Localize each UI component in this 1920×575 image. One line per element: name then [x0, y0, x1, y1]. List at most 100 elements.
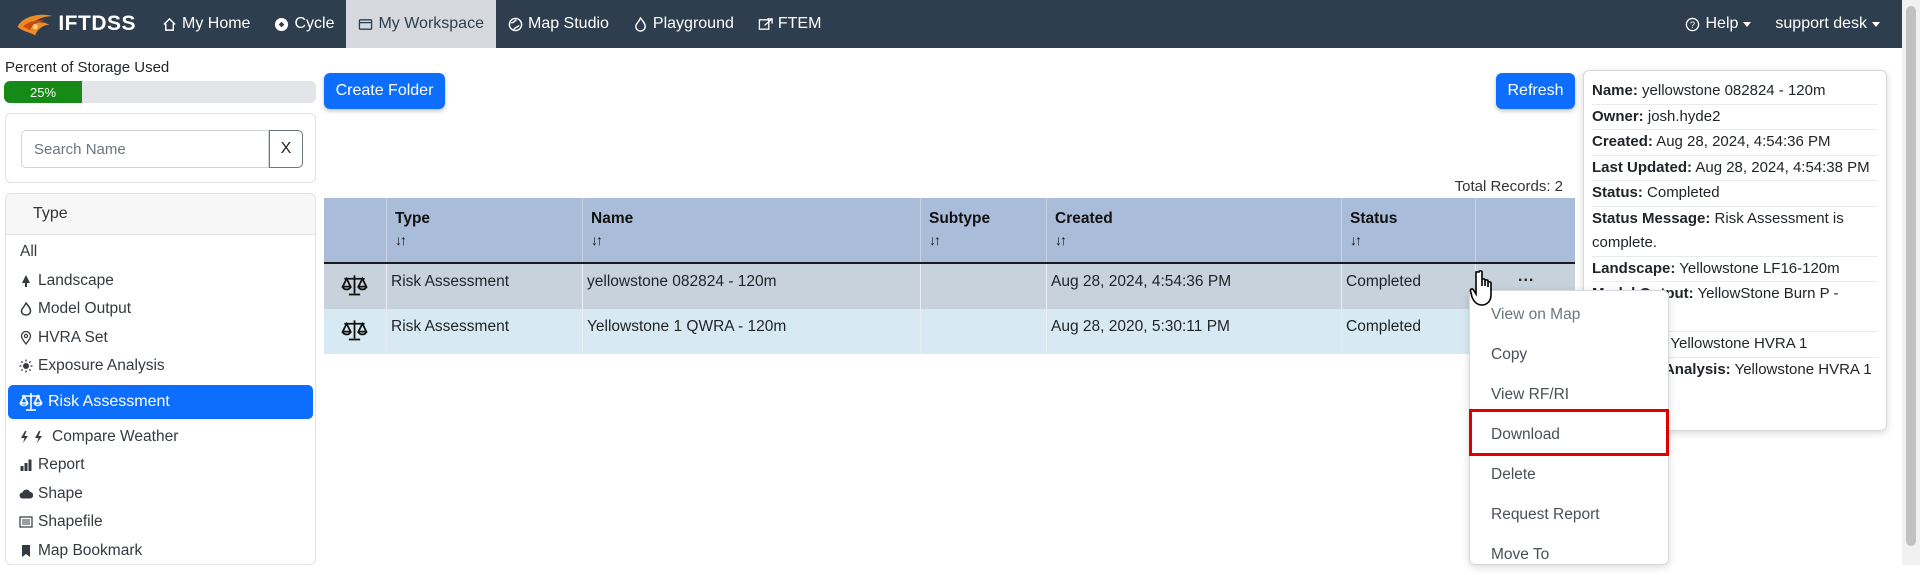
detail-status-message: Status Message: Risk Assessment is compl… — [1592, 207, 1878, 257]
cloud-icon — [19, 489, 33, 499]
nav-map-studio[interactable]: Map Studio — [496, 0, 621, 48]
nav-playground[interactable]: Playground — [621, 0, 746, 48]
nav-label: My Home — [182, 15, 251, 32]
column-header-name[interactable]: Name ↓↑ — [582, 198, 920, 262]
cell-subtype — [920, 309, 1046, 354]
table-row[interactable]: Risk Assessment Yellowstone 1 QWRA - 120… — [324, 309, 1575, 354]
row-actions-menu-button[interactable]: ... — [1518, 268, 1534, 286]
type-filter-shape[interactable]: Shape — [6, 480, 315, 509]
type-filter-report[interactable]: Report — [6, 451, 315, 480]
menu-copy[interactable]: Copy — [1470, 335, 1670, 375]
type-filter-label: HVRA Set — [38, 328, 108, 346]
question-circle-icon: ? — [1686, 17, 1700, 31]
column-label: Created — [1055, 210, 1113, 227]
type-filter-label: Model Output — [38, 300, 132, 318]
workspace-icon — [359, 18, 373, 30]
home-icon — [163, 17, 176, 31]
type-filter-risk-assessment[interactable]: Risk Assessment — [8, 384, 313, 419]
help-label: Help — [1705, 15, 1739, 32]
map-pin-icon — [20, 330, 32, 345]
sort-icon[interactable]: ↓↑ — [1055, 232, 1341, 248]
search-name-input[interactable] — [21, 130, 269, 168]
scales-icon — [341, 275, 368, 296]
nav-label: Cycle — [294, 15, 335, 32]
nav-label: My Workspace — [378, 15, 484, 32]
hand-cursor-icon — [1469, 270, 1492, 306]
type-filter-label: Shapefile — [38, 513, 103, 531]
brand[interactable]: IFTDSS — [0, 0, 150, 48]
help-menu[interactable]: ? Help — [1673, 0, 1763, 48]
sort-icon[interactable]: ↓↑ — [1350, 232, 1475, 248]
type-filter-panel: Type All Landscape Model Output HVRA Set… — [5, 193, 316, 565]
column-header-status[interactable]: Status ↓↑ — [1341, 198, 1475, 262]
clear-search-button[interactable]: X — [269, 130, 303, 168]
scales-icon — [19, 392, 43, 411]
sort-icon[interactable]: ↓↑ — [591, 232, 920, 248]
detail-landscape: Landscape: Yellowstone LF16-120m — [1592, 257, 1878, 282]
type-filter-hvra-set[interactable]: HVRA Set — [6, 324, 315, 353]
fire-icon — [20, 302, 32, 317]
page-scrollbar[interactable] — [1902, 0, 1920, 565]
lightning-icon — [21, 430, 42, 443]
type-filter-label: Shape — [38, 484, 83, 502]
menu-delete[interactable]: Delete — [1470, 455, 1670, 495]
type-filter-compare-weather[interactable]: Compare Weather — [6, 423, 315, 452]
table-row[interactable]: Risk Assessment yellowstone 082824 - 120… — [324, 264, 1575, 309]
scales-icon — [341, 320, 368, 341]
column-label: Status — [1350, 210, 1398, 227]
detail-name: Name: yellowstone 082824 - 120m — [1592, 79, 1878, 105]
caret-down-icon — [1743, 21, 1752, 27]
type-filter-label: Compare Weather — [52, 427, 179, 445]
cell-status: Completed — [1341, 309, 1475, 354]
type-filter-shapefile[interactable]: Shapefile — [6, 508, 315, 537]
detail-status: Status: Completed — [1592, 181, 1878, 207]
column-label: Name — [591, 210, 634, 227]
list-icon — [19, 516, 33, 528]
cell-name[interactable]: Yellowstone 1 QWRA - 120m — [582, 309, 920, 354]
storage-label: Percent of Storage Used — [5, 59, 170, 76]
column-header-created[interactable]: Created ↓↑ — [1046, 198, 1341, 262]
storage-progress-fill: 25% — [4, 81, 82, 103]
type-filter-exposure-analysis[interactable]: Exposure Analysis — [6, 352, 315, 381]
detail-owner: Owner: josh.hyde2 — [1592, 105, 1878, 130]
type-filter-label: Map Bookmark — [38, 541, 143, 559]
menu-move-to[interactable]: Move To — [1470, 535, 1670, 575]
nav-label: Map Studio — [527, 15, 609, 32]
refresh-button[interactable]: Refresh — [1496, 73, 1575, 109]
column-header-actions — [1475, 198, 1575, 262]
globe-icon — [508, 17, 523, 31]
type-filter-label: Landscape — [38, 271, 114, 289]
scrollbar-thumb[interactable] — [1906, 6, 1916, 546]
type-filter-map-bookmark[interactable]: Map Bookmark — [6, 537, 315, 565]
ifft-logo-icon — [17, 14, 53, 36]
column-header-type[interactable]: Type ↓↑ — [386, 198, 582, 262]
nav-label: Playground — [652, 15, 734, 32]
top-navbar: IFTDSS My Home Cycle My Workspace Map St… — [0, 0, 1902, 48]
nav-ftem[interactable]: FTEM — [746, 0, 834, 48]
cell-status: Completed — [1341, 264, 1475, 309]
brand-name: IFTDSS — [58, 12, 136, 35]
sort-icon[interactable]: ↓↑ — [929, 232, 1046, 248]
detail-last-updated: Last Updated: Aug 28, 2024, 4:54:38 PM — [1592, 156, 1878, 181]
nav-cycle[interactable]: Cycle — [262, 0, 346, 48]
type-filter-all[interactable]: All — [6, 238, 315, 267]
cell-created: Aug 28, 2024, 4:54:36 PM — [1046, 264, 1341, 309]
type-filter-model-output[interactable]: Model Output — [6, 295, 315, 324]
cell-name[interactable]: yellowstone 082824 - 120m — [582, 264, 920, 309]
nav-my-workspace[interactable]: My Workspace — [346, 0, 496, 48]
menu-view-on-map[interactable]: View on Map — [1470, 295, 1670, 335]
type-filter-label: Report — [38, 456, 85, 474]
column-header-subtype[interactable]: Subtype ↓↑ — [920, 198, 1046, 262]
create-folder-button[interactable]: Create Folder — [324, 73, 445, 109]
type-filter-landscape[interactable]: Landscape — [6, 267, 315, 296]
sort-icon[interactable]: ↓↑ — [395, 232, 582, 248]
column-label: Type — [395, 210, 431, 227]
menu-request-report[interactable]: Request Report — [1470, 495, 1670, 535]
nav-my-home[interactable]: My Home — [150, 0, 262, 48]
download-highlight-box — [1469, 409, 1669, 456]
cycle-icon — [275, 17, 289, 31]
user-menu[interactable]: support desk — [1763, 0, 1892, 48]
external-link-icon — [758, 17, 773, 30]
cell-type: Risk Assessment — [386, 264, 582, 309]
row-type-icon-cell — [324, 309, 386, 354]
